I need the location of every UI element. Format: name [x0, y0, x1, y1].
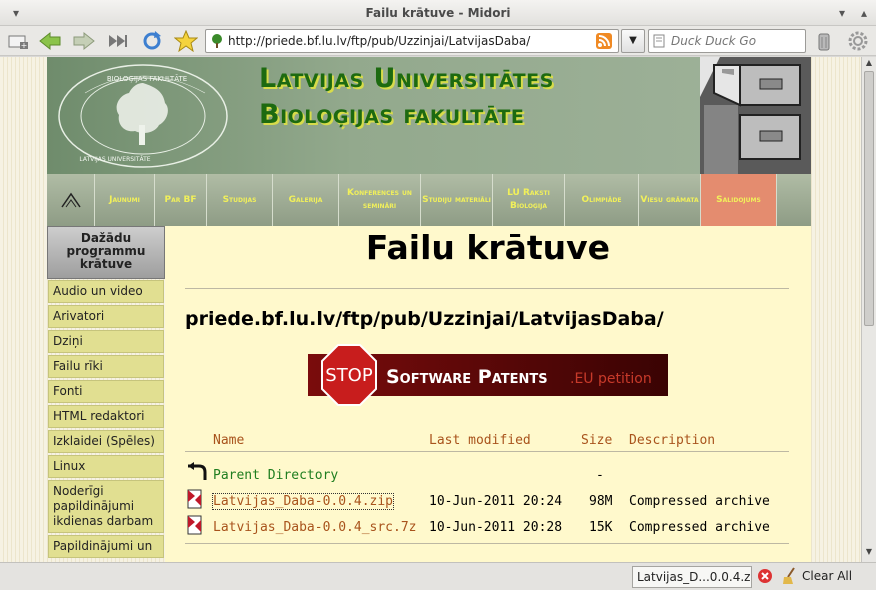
window-menu-icon[interactable]: ▾ [8, 5, 24, 21]
window-title: Failu krātuve - Midori [365, 5, 511, 20]
divider [185, 451, 789, 452]
university-seal-logo: BIOLOĢIJAS FAKULTĀTE LATVIJAS UNIVERSITĀ… [58, 64, 228, 168]
header-title-line1: Latvijas Universitātes [259, 63, 554, 94]
nav-item-lu-raksti[interactable]: LU Raksti Bioloģija [493, 174, 565, 226]
broom-icon[interactable] [782, 567, 798, 585]
list-item-size: 98M [589, 494, 613, 509]
rss-feed-icon[interactable] [596, 33, 612, 49]
sidebar-heading: Dažādu programmu krātuve [47, 226, 165, 279]
nav-item-olimpiade[interactable]: Olimpiāde [565, 174, 639, 226]
scroll-down-icon[interactable]: ▼ [862, 547, 876, 559]
list-item-size: - [596, 468, 604, 483]
sidebar-item-fonti[interactable]: Fonti [48, 380, 164, 403]
search-bar[interactable] [648, 29, 806, 53]
nav-item-par-bf[interactable]: Par BF [155, 174, 207, 226]
list-item-modified: 10-Jun-2011 20:24 [429, 494, 563, 509]
col-last-modified[interactable]: Last modified [429, 429, 531, 448]
next-icon[interactable] [106, 30, 130, 52]
sidebar-item-audio-video[interactable]: Audio un video [48, 280, 164, 303]
nav-item-konferences[interactable]: Konferences un semināri [339, 174, 421, 226]
scrollbar-thumb[interactable] [864, 71, 874, 326]
new-tab-icon[interactable]: + [6, 30, 30, 52]
sidebar-item-izklaidei[interactable]: Izklaidei (Spēles) [48, 430, 164, 453]
main-nav: Jaunumi Par BF Studijas Galerija Konfere… [47, 174, 811, 226]
sidebar-item-noderigi[interactable]: Noderīgi papildinājumi ikdienas darbam [48, 480, 164, 533]
header-title: Latvijas Universitātes Bioloģijas fakult… [259, 61, 554, 133]
reload-icon[interactable] [140, 30, 164, 52]
compressed-file-icon [187, 515, 202, 535]
nav-item-jaunumi[interactable]: Jaunumi [95, 174, 155, 226]
site-header: BIOLOĢIJAS FAKULTĀTE LATVIJAS UNIVERSITĀ… [47, 57, 811, 174]
list-item-size: 15K [589, 520, 613, 535]
trash-icon[interactable] [812, 30, 836, 52]
main-content: Failu krātuve priede.bf.lu.lv/ftp/pub/Uz… [165, 226, 811, 562]
nav-home-icon[interactable] [47, 174, 95, 226]
file-cabinet-image [700, 57, 811, 174]
svg-text:LATVIJAS UNIVERSITĀTE: LATVIJAS UNIVERSITĀTE [79, 156, 150, 163]
parent-directory-icon [188, 462, 207, 480]
url-dropdown-icon[interactable]: ▼ [621, 29, 645, 53]
svg-text:STOP: STOP [325, 365, 373, 386]
divider [185, 543, 789, 544]
forward-icon[interactable] [72, 30, 96, 52]
list-item-name[interactable]: Latvijas_Daba-0.0.4_src.7z [213, 520, 417, 535]
svg-text:+: + [21, 41, 28, 50]
svg-text:.EU petition: .EU petition [570, 371, 652, 387]
minimize-icon[interactable]: ▾ [834, 5, 850, 21]
svg-text:Software Patents: Software Patents [386, 366, 548, 388]
settings-gear-icon[interactable] [846, 30, 870, 52]
sidebar-item-linux[interactable]: Linux [48, 455, 164, 478]
scroll-up-icon[interactable]: ▲ [862, 58, 876, 70]
url-bar[interactable] [205, 29, 619, 53]
browser-toolbar: + ▼ [0, 26, 876, 56]
back-icon[interactable] [38, 30, 62, 52]
vertical-scrollbar[interactable]: ▲ ▼ [861, 57, 876, 562]
page-viewport: BIOLOĢIJAS FAKULTĀTE LATVIJAS UNIVERSITĀ… [0, 57, 861, 562]
header-title-line2: Bioloģijas fakultāte [259, 99, 525, 130]
svg-text:BIOLOĢIJAS FAKULTĀTE: BIOLOĢIJAS FAKULTĀTE [107, 74, 187, 84]
nav-item-studiju-materiali[interactable]: Studiju materiāli [421, 174, 493, 226]
nav-item-salidojums[interactable]: Salidojums [701, 174, 777, 226]
list-item-modified: 10-Jun-2011 20:28 [429, 520, 563, 535]
sidebar-item-papildinajumi[interactable]: Papildinājumi un [48, 535, 164, 558]
download-item[interactable]: Latvijas_D...0.0.4.zip [632, 566, 752, 588]
list-item-name[interactable]: Parent Directory [213, 468, 338, 483]
sidebar-item-failu-riki[interactable]: Failu rīki [48, 355, 164, 378]
sidebar-item-arivatori[interactable]: Arivatori [48, 305, 164, 328]
software-patents-banner[interactable]: STOP Software Patents .EU petition [308, 344, 668, 406]
divider [185, 288, 789, 289]
window-titlebar: ▾ Failu krātuve - Midori ▾ ▴ [0, 0, 876, 26]
search-engine-icon[interactable] [653, 34, 667, 48]
list-item-name[interactable]: Latvijas_Daba-0.0.4.zip [211, 493, 395, 510]
compressed-file-icon [187, 489, 202, 509]
nav-item-galerija[interactable]: Galerija [273, 174, 339, 226]
nav-item-viesu-gramata[interactable]: Viesu grāmata [639, 174, 701, 226]
sidebar-item-dzini[interactable]: Dziņi [48, 330, 164, 353]
maximize-icon[interactable]: ▴ [856, 5, 872, 21]
site-tree-icon [212, 34, 222, 48]
col-description[interactable]: Description [629, 429, 715, 448]
url-input[interactable] [228, 32, 588, 50]
page-title: Failu krātuve [365, 228, 611, 267]
sidebar-item-html-redaktori[interactable]: HTML redaktori [48, 405, 164, 428]
search-input[interactable] [671, 32, 801, 50]
col-name[interactable]: Name [213, 429, 244, 448]
clear-all-button[interactable]: Clear All [802, 569, 852, 583]
list-item-description: Compressed archive [629, 494, 770, 509]
bookmark-star-icon[interactable] [174, 30, 198, 52]
sidebar: Dažādu programmu krātuve Audio un video … [47, 226, 165, 562]
status-bar: Latvijas_D...0.0.4.zip Clear All [0, 562, 876, 590]
cancel-download-icon[interactable] [757, 568, 773, 584]
directory-path: priede.bf.lu.lv/ftp/pub/Uzzinjai/Latvija… [185, 308, 664, 330]
nav-item-studijas[interactable]: Studijas [207, 174, 273, 226]
nav-filler [777, 174, 811, 226]
col-size[interactable]: Size [581, 429, 612, 448]
list-item-description: Compressed archive [629, 520, 770, 535]
